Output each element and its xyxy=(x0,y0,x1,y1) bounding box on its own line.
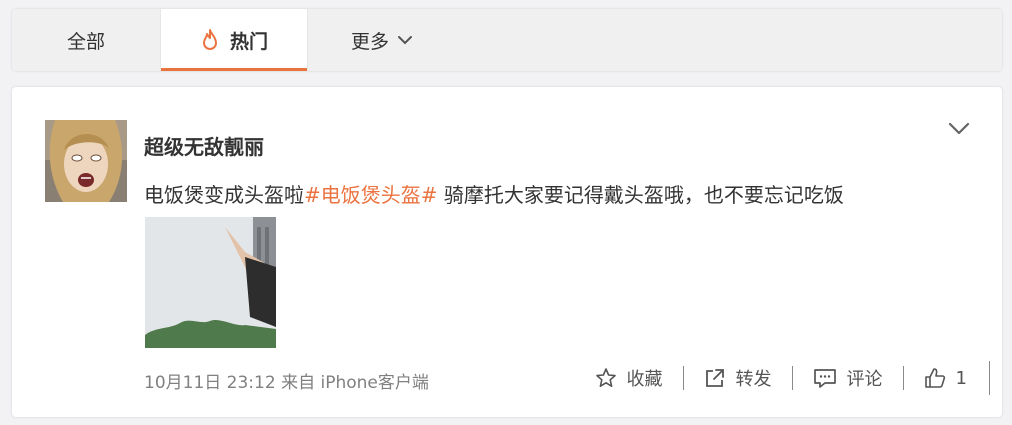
post-timestamp[interactable]: 10月11日 23:12 xyxy=(144,373,276,393)
flame-icon xyxy=(200,29,220,51)
tab-hot[interactable]: 热门 xyxy=(160,9,308,71)
tab-bar-filler xyxy=(456,9,1002,71)
share-icon xyxy=(705,369,724,387)
tab-more[interactable]: 更多 xyxy=(308,9,456,71)
repost-button[interactable]: 转发 xyxy=(684,365,792,391)
post-source: 来自 iPhone客户端 xyxy=(281,373,429,393)
tab-all-label: 全部 xyxy=(66,30,105,53)
star-icon xyxy=(595,368,616,387)
post-meta: 10月11日 23:12 来自 iPhone客户端 xyxy=(144,368,429,393)
post-username[interactable]: 超级无敌靓丽 xyxy=(144,131,264,160)
post-actions: 收藏 转发 评论 1 xyxy=(575,361,990,395)
post-menu-chevron-down-icon[interactable] xyxy=(948,121,970,140)
avatar[interactable] xyxy=(45,120,127,202)
chevron-down-icon xyxy=(397,35,413,45)
comment-label: 评论 xyxy=(846,369,883,390)
comment-button[interactable]: 评论 xyxy=(793,365,903,391)
post-hashtag-link[interactable]: #电饭煲头盔# xyxy=(304,183,438,207)
favorite-label: 收藏 xyxy=(626,369,663,390)
post-image-thumbnail[interactable] xyxy=(145,217,276,348)
repost-label: 转发 xyxy=(735,369,772,390)
tab-more-label: 更多 xyxy=(350,30,389,53)
tab-all[interactable]: 全部 xyxy=(12,9,160,71)
favorite-button[interactable]: 收藏 xyxy=(575,365,683,391)
tab-bar: 全部 热门 更多 xyxy=(12,9,1002,71)
like-button[interactable]: 1 xyxy=(904,365,987,391)
like-count: 1 xyxy=(955,367,967,389)
tab-hot-label: 热门 xyxy=(229,30,268,53)
post-text-after: 骑摩托大家要记得戴头盔哦，也不要忘记吃饭 xyxy=(437,183,844,207)
post-text-before: 电饭煲变成头盔啦 xyxy=(144,183,304,207)
thumbs-up-icon xyxy=(924,368,945,388)
divider xyxy=(989,361,990,395)
post-content: 电饭煲变成头盔啦#电饭煲头盔# 骑摩托大家要记得戴头盔哦，也不要忘记吃饭 xyxy=(144,179,844,208)
comment-icon xyxy=(813,369,836,388)
post-card: 超级无敌靓丽 电饭煲变成头盔啦#电饭煲头盔# 骑摩托大家要记得戴头盔哦，也不要忘… xyxy=(12,87,1002,417)
